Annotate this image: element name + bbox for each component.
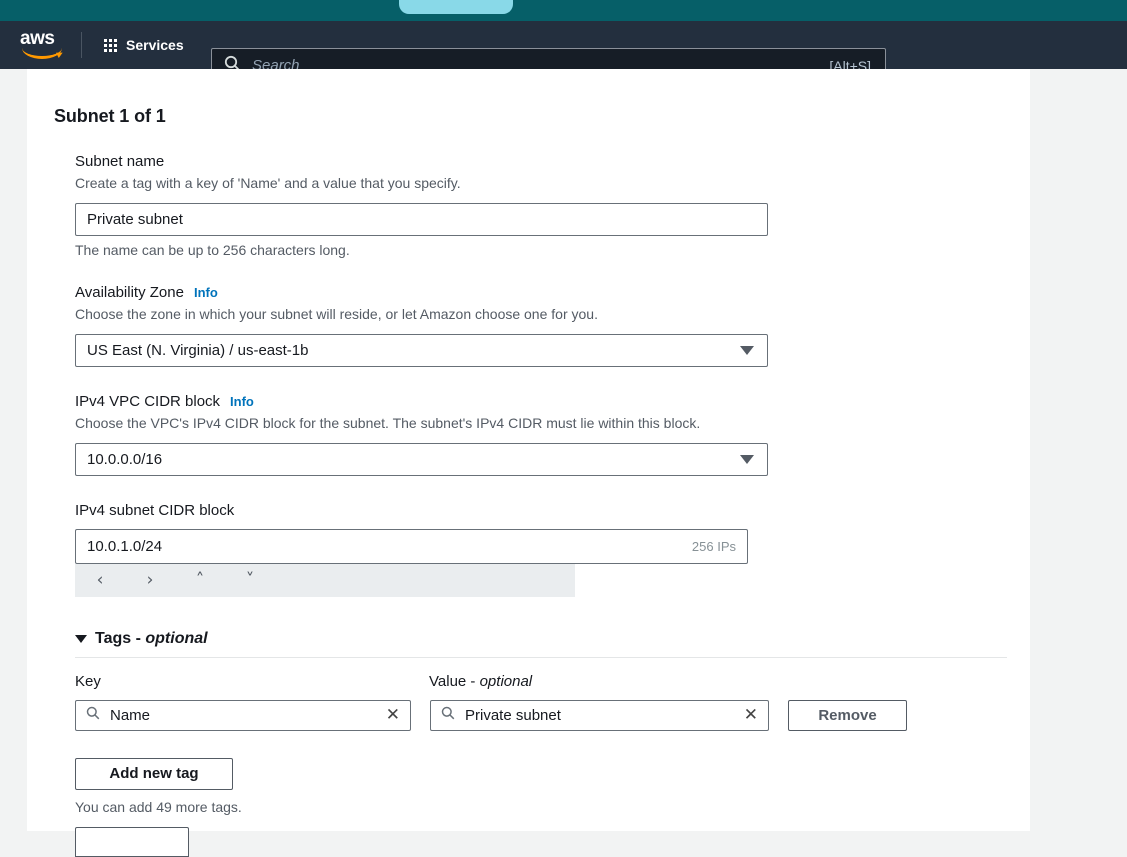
- aws-logo-wordmark: aws: [20, 28, 55, 49]
- subnet-cidr-label-text: IPv4 subnet CIDR block: [75, 501, 235, 519]
- header-divider: [81, 32, 82, 58]
- subnet-name-input[interactable]: Private subnet: [75, 202, 768, 236]
- tags-value-column-optional: optional: [479, 672, 533, 690]
- tags-value-column-label: Value - optional: [429, 673, 532, 690]
- stepper-prev-button[interactable]: ‹: [75, 564, 125, 597]
- aws-console-header: aws Services Search [Alt+S]: [0, 21, 1127, 83]
- availability-zone-select[interactable]: US East (N. Virginia) / us-east-1b: [75, 333, 768, 367]
- vpc-cidr-description: Choose the VPC's IPv4 CIDR block for the…: [75, 414, 701, 431]
- chevron-down-icon: [740, 454, 754, 464]
- tag-key-input[interactable]: Name ✕: [75, 699, 411, 731]
- chevron-down-icon: [740, 345, 754, 355]
- availability-zone-label-text: Availability Zone: [75, 283, 184, 301]
- add-new-tag-button[interactable]: Add new tag: [75, 757, 233, 790]
- services-menu-label: Services: [126, 37, 184, 53]
- aws-logo-smile-icon: [22, 48, 62, 59]
- stepper-up-button[interactable]: ˄: [175, 564, 225, 597]
- availability-zone-value: US East (N. Virginia) / us-east-1b: [87, 341, 309, 359]
- subnet-cidr-input[interactable]: 10.0.1.0/24 256 IPs: [75, 528, 748, 564]
- field-subnet-cidr: IPv4 subnet CIDR block 10.0.1.0/24 256 I…: [75, 502, 1030, 597]
- tags-divider: [75, 656, 1007, 658]
- vpc-cidr-info-link[interactable]: Info: [230, 394, 254, 409]
- subnet-name-label-text: Subnet name: [75, 153, 165, 170]
- browser-tab-strip: [0, 0, 1127, 21]
- services-menu-button[interactable]: Services: [96, 31, 192, 59]
- table-row: Name ✕ Private subnet ✕ Remove: [75, 699, 1030, 731]
- availability-zone-description: Choose the zone in which your subnet wil…: [75, 305, 598, 322]
- subnet-cidr-label: IPv4 subnet CIDR block: [75, 502, 1030, 519]
- tags-key-column-label: Key: [75, 672, 101, 690]
- subnet-cidr-value: 10.0.1.0/24: [87, 537, 163, 555]
- tags-section-title: Tags - optional: [95, 630, 208, 648]
- tags-remaining-text: You can add 49 more tags.: [75, 798, 242, 815]
- subnet-name-hint: The name can be up to 256 characters lon…: [75, 241, 350, 258]
- chevron-down-icon: [75, 634, 87, 643]
- close-icon[interactable]: ✕: [386, 706, 400, 724]
- close-icon[interactable]: ✕: [744, 706, 758, 724]
- tags-section-toggle[interactable]: Tags - optional: [75, 630, 1030, 648]
- vpc-cidr-value: 10.0.0.0/16: [87, 450, 163, 468]
- content-panel: Subnet 1 of 1 Subnet name Create a tag w…: [27, 69, 1030, 857]
- vpc-cidr-label-text: IPv4 VPC CIDR block: [75, 392, 221, 410]
- aws-logo[interactable]: aws: [20, 29, 65, 61]
- search-icon: [441, 706, 455, 724]
- subnet-cidr-ip-count: 256 IPs: [691, 538, 736, 554]
- vpc-cidr-select[interactable]: 10.0.0.0/16: [75, 442, 768, 476]
- field-availability-zone: Availability Zone Info Choose the zone i…: [75, 284, 1030, 367]
- subnet-form: Subnet name Create a tag with a key of '…: [75, 153, 1030, 857]
- search-icon: [86, 706, 100, 724]
- stepper-next-button[interactable]: ›: [125, 564, 175, 597]
- vpc-cidr-label: IPv4 VPC CIDR block Info: [75, 393, 1030, 410]
- subnet-name-value: Private subnet: [87, 210, 183, 228]
- tags-title-optional: optional: [145, 629, 208, 647]
- browser-active-tab[interactable]: [399, 0, 513, 14]
- tag-value-input[interactable]: Private subnet ✕: [430, 699, 769, 731]
- tag-key-value: Name: [110, 706, 151, 724]
- page-title: Subnet 1 of 1: [54, 106, 166, 126]
- tags-column-headers: Key Value - optional: [75, 673, 1030, 691]
- grid-icon: [104, 38, 117, 52]
- footer-button-partial[interactable]: [75, 826, 189, 857]
- stepper-down-button[interactable]: ˅: [225, 564, 275, 597]
- tags-title-text: Tags -: [95, 629, 146, 647]
- availability-zone-label: Availability Zone Info: [75, 284, 1030, 301]
- subnet-name-description: Create a tag with a key of 'Name' and a …: [75, 175, 461, 191]
- field-subnet-name: Subnet name Create a tag with a key of '…: [75, 153, 1030, 258]
- tags-value-column-label-text: Value -: [429, 672, 480, 690]
- subnet-name-label: Subnet name: [75, 153, 1030, 170]
- field-vpc-cidr: IPv4 VPC CIDR block Info Choose the VPC'…: [75, 393, 1030, 476]
- availability-zone-info-link[interactable]: Info: [194, 285, 218, 300]
- remove-tag-button[interactable]: Remove: [788, 699, 907, 731]
- tag-value-value: Private subnet: [465, 706, 561, 724]
- subnet-cidr-stepper: ‹ › ˄ ˅: [75, 563, 575, 597]
